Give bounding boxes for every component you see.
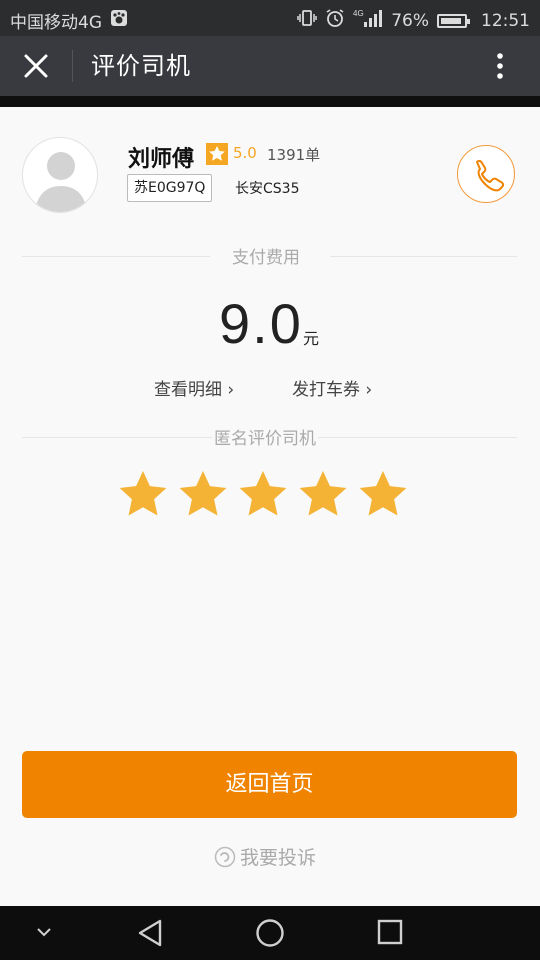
recents-square-icon[interactable] bbox=[376, 918, 404, 950]
star-3-icon[interactable] bbox=[238, 469, 288, 519]
send-coupon-link[interactable]: 发打车券 › bbox=[292, 375, 372, 400]
carrier-label: 中国移动4G bbox=[10, 13, 102, 33]
alarm-icon bbox=[325, 8, 345, 33]
car-model: 长安CS35 bbox=[235, 181, 300, 197]
home-circle-icon[interactable] bbox=[255, 918, 285, 952]
vibrate-icon bbox=[297, 9, 317, 32]
signal-icon: 4G bbox=[353, 8, 383, 33]
star-1-icon[interactable] bbox=[118, 469, 168, 519]
driver-avatar bbox=[22, 137, 98, 213]
payment-section-title: 支付费用 bbox=[232, 248, 300, 268]
license-plate: 苏E0G97Q bbox=[127, 174, 213, 202]
star-rating bbox=[118, 469, 408, 519]
star-2-icon[interactable] bbox=[178, 469, 228, 519]
title-divider bbox=[72, 50, 73, 82]
complain-link[interactable]: 我要投诉 bbox=[214, 843, 316, 870]
baidu-app-icon bbox=[110, 9, 128, 32]
back-home-button[interactable]: 返回首页 bbox=[22, 751, 517, 818]
phone-icon bbox=[476, 159, 505, 192]
divider-left bbox=[22, 256, 210, 257]
review-section-title: 匿名评价司机 bbox=[212, 424, 318, 449]
complain-label: 我要投诉 bbox=[240, 847, 317, 869]
clock: 12:51 bbox=[481, 10, 530, 31]
call-driver-button[interactable] bbox=[457, 145, 515, 203]
driver-name: 刘师傅 bbox=[128, 147, 195, 172]
driver-orders: 1391单 bbox=[267, 146, 321, 164]
driver-rating: 5.0 bbox=[233, 144, 257, 162]
page-title: 评价司机 bbox=[91, 52, 191, 80]
network-small-label: 4G bbox=[353, 9, 364, 18]
hide-nav-chevron-icon[interactable] bbox=[34, 924, 54, 943]
fee-unit: 元 bbox=[303, 329, 320, 348]
view-detail-link[interactable]: 查看明细 › bbox=[154, 375, 234, 400]
person-placeholder-icon bbox=[35, 152, 87, 212]
divider-right bbox=[330, 256, 517, 257]
complaint-icon bbox=[214, 846, 236, 867]
status-bar: 中国移动4G 4G 76% 12:51 bbox=[0, 0, 540, 36]
more-vertical-icon[interactable] bbox=[490, 50, 510, 82]
header-shadow-bar bbox=[0, 96, 540, 107]
back-triangle-icon[interactable] bbox=[136, 918, 164, 952]
system-navigation-bar bbox=[0, 906, 540, 960]
star-5-icon[interactable] bbox=[358, 469, 408, 519]
main-content: 刘师傅 5.0 1391单 苏E0G97Q 长安CS35 支付费用 9.0 元 … bbox=[0, 107, 540, 906]
star-4-icon[interactable] bbox=[298, 469, 348, 519]
fee-amount: 9.0 bbox=[219, 292, 303, 355]
title-bar: 评价司机 bbox=[0, 36, 540, 96]
battery-icon bbox=[437, 13, 470, 28]
battery-percent: 76% bbox=[391, 10, 429, 31]
rating-star-icon bbox=[206, 143, 228, 165]
close-icon[interactable] bbox=[20, 50, 52, 82]
